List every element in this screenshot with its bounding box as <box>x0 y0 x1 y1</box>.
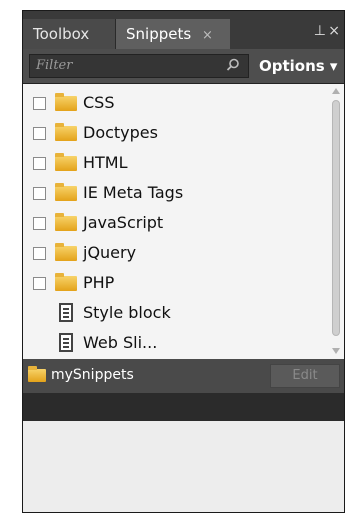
checkbox[interactable] <box>33 247 46 260</box>
tab-snippets-label: Snippets <box>126 25 192 43</box>
tab-close-icon[interactable]: × <box>202 28 213 43</box>
item-label: CSS <box>83 93 115 112</box>
scroll-thumb[interactable] <box>332 100 340 336</box>
list-item[interactable]: CSS <box>23 90 323 118</box>
my-snippets-list <box>23 421 344 512</box>
list-item[interactable]: PHP <box>23 270 323 298</box>
search-row: Filter Options ▾ <box>23 49 344 83</box>
folder-icon <box>55 243 77 261</box>
item-label: Doctypes <box>83 123 158 142</box>
scrollbar[interactable] <box>331 88 341 354</box>
folder-icon <box>55 183 77 201</box>
checkbox[interactable] <box>33 157 46 170</box>
list-item[interactable]: IE Meta Tags <box>23 180 323 208</box>
tab-snippets[interactable]: Snippets × <box>116 19 230 49</box>
item-label: PHP <box>83 273 115 292</box>
item-label: Style block <box>83 303 171 322</box>
list-item[interactable]: Style block <box>23 300 323 328</box>
pin-icon[interactable]: ⊥ <box>314 23 326 39</box>
search-icon[interactable] <box>226 58 240 72</box>
item-label: Web Sli... <box>83 333 158 352</box>
snippets-panel: Toolbox Snippets × ⊥ × Filter Options ▾ … <box>22 10 345 513</box>
folder-icon <box>55 153 77 171</box>
list-item[interactable]: HTML <box>23 150 323 178</box>
scroll-up-icon[interactable] <box>332 88 340 94</box>
list-item[interactable]: Doctypes <box>23 120 323 148</box>
tab-toolbox-label: Toolbox <box>33 25 90 43</box>
tab-bar: Toolbox Snippets × ⊥ × <box>23 11 344 49</box>
edit-button[interactable]: Edit <box>270 364 340 388</box>
my-snippets-label: mySnippets <box>51 367 134 383</box>
folder-icon <box>55 213 77 231</box>
folder-icon <box>55 273 77 291</box>
snippet-list: CSS Doctypes HTML IE Meta Tags JavaScrip… <box>23 83 344 359</box>
folder-icon <box>55 93 77 111</box>
close-panel-icon[interactable]: × <box>328 23 340 39</box>
my-snippets-row[interactable]: mySnippets Edit <box>23 359 344 393</box>
item-label: JavaScript <box>83 213 164 232</box>
folder-icon <box>55 123 77 141</box>
list-item[interactable]: JavaScript <box>23 210 323 238</box>
list-item[interactable]: Web Sli... <box>23 330 323 357</box>
scroll-down-icon[interactable] <box>332 348 340 354</box>
snippet-file-icon <box>59 333 73 352</box>
checkbox[interactable] <box>33 97 46 110</box>
checkbox[interactable] <box>33 277 46 290</box>
snippet-file-icon <box>59 303 73 322</box>
list-item[interactable]: jQuery <box>23 240 323 268</box>
checkbox[interactable] <box>33 217 46 230</box>
item-label: HTML <box>83 153 128 172</box>
filter-input[interactable]: Filter <box>29 54 249 78</box>
filter-placeholder: Filter <box>36 58 73 73</box>
item-label: IE Meta Tags <box>83 183 184 202</box>
divider-strip <box>23 393 344 421</box>
tab-toolbox[interactable]: Toolbox <box>23 19 116 49</box>
checkbox[interactable] <box>33 127 46 140</box>
folder-icon <box>28 366 46 382</box>
options-dropdown[interactable]: Options ▾ <box>259 57 337 75</box>
checkbox[interactable] <box>33 187 46 200</box>
item-label: jQuery <box>83 243 137 262</box>
